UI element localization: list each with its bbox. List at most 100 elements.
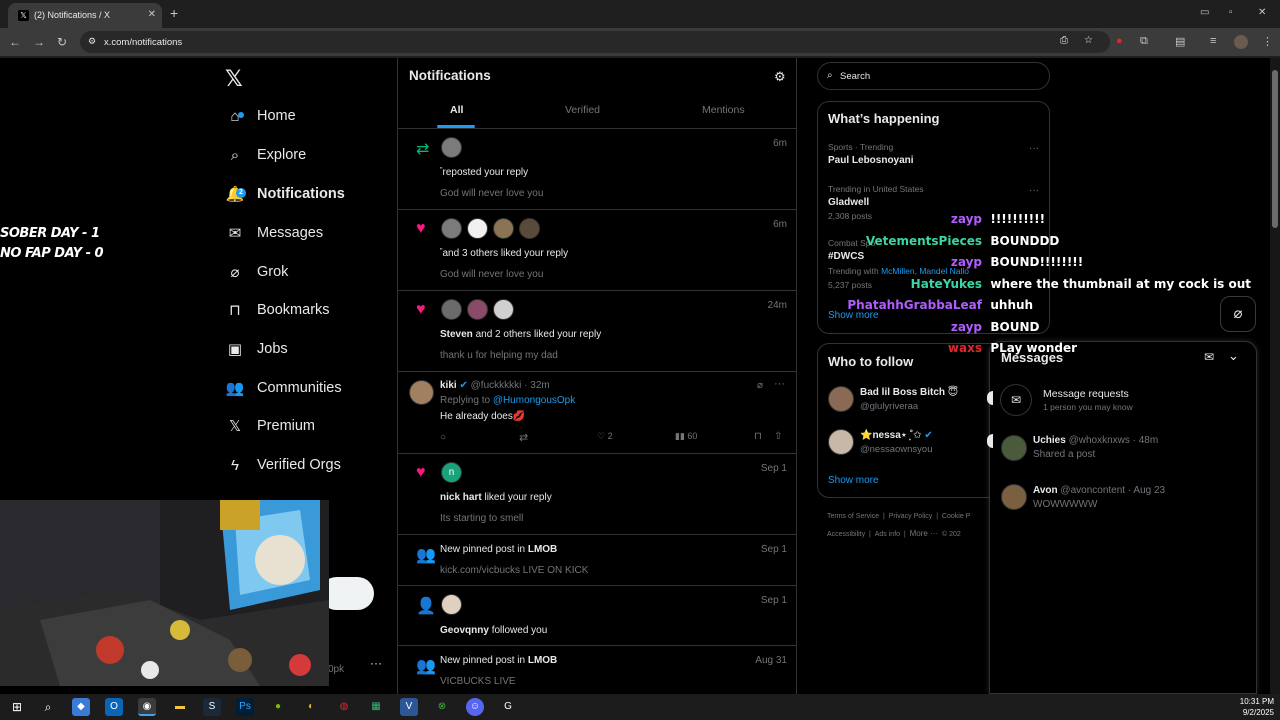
search-icon[interactable]: ⌕ — [39, 698, 57, 716]
avatar[interactable] — [828, 386, 854, 412]
avatar[interactable] — [441, 299, 462, 320]
avatar[interactable] — [493, 299, 514, 320]
follow-button-edge[interactable] — [987, 391, 993, 405]
sidebar-item-grok[interactable]: ⌀ Grok — [226, 257, 288, 287]
avatar[interactable] — [441, 594, 462, 615]
sidebar-item-explore[interactable]: ⌕ Explore — [226, 140, 306, 170]
more-icon[interactable]: ··· — [774, 378, 785, 390]
notification-item[interactable]: 👤 Sep 1 Geovqnny followed you — [398, 586, 797, 646]
close-tab-icon[interactable]: ✕ — [148, 9, 156, 20]
tab-search-icon[interactable]: ▭ — [1200, 7, 1209, 18]
avatar[interactable] — [441, 137, 462, 158]
repost-icon[interactable]: ⇄ — [519, 431, 528, 444]
discord-icon[interactable]: ☺ — [466, 698, 484, 716]
trend-name[interactable]: Gladwell — [828, 197, 869, 208]
obs-icon[interactable]: ◍ — [335, 698, 353, 716]
notification-item[interactable]: 👥 Aug 31 New pinned post in LMOB VICBUCK… — [398, 646, 797, 694]
file-explorer-icon[interactable]: ▬ — [171, 698, 189, 716]
views-button[interactable]: ▮▮ 60 — [675, 431, 697, 442]
avatar[interactable] — [493, 218, 514, 239]
footer-link[interactable]: More ··· — [910, 529, 938, 538]
sidebar-item-communities[interactable]: 👥 Communities — [226, 373, 342, 403]
footer-link[interactable]: Privacy Policy — [889, 513, 933, 520]
follow-handle[interactable]: @nessaownsyou — [860, 444, 933, 455]
notification-item[interactable]: ⇄ 6m "reposted your reply God will never… — [398, 129, 797, 210]
browser-tab[interactable]: 𝕏 (2) Notifications / X ✕ — [8, 3, 162, 28]
sidebar-item-notifications[interactable]: 🔔 2 Notifications — [226, 179, 345, 209]
firefox-icon[interactable]: ◐ — [302, 698, 320, 716]
avatar[interactable] — [409, 380, 434, 405]
app-icon[interactable]: ▦ — [367, 698, 385, 716]
footer-link[interactable]: Cookie P — [942, 513, 970, 520]
notification-item[interactable]: ♥ 24m Steven and 2 others liked your rep… — [398, 291, 797, 372]
tab-mentions[interactable]: Mentions — [702, 104, 745, 116]
notification-item[interactable]: ♥ 6m "and 3 others liked your reply God … — [398, 210, 797, 291]
scrollbar-thumb[interactable] — [1272, 70, 1278, 228]
install-icon[interactable]: ⎙ — [1060, 35, 1068, 46]
tab-all[interactable]: All — [450, 104, 463, 116]
share-icon[interactable]: ⇧ — [774, 431, 782, 442]
gear-icon[interactable]: ⚙ — [774, 69, 786, 85]
author-name[interactable]: kiki — [440, 380, 457, 391]
system-clock[interactable]: 10:31 PM 9/2/2025 — [1240, 696, 1274, 718]
thread-header[interactable]: Uchies @whoxknxws · 48m — [1033, 435, 1158, 446]
sidepanel-icon[interactable]: ▤ — [1175, 35, 1185, 48]
site-info-icon[interactable]: ⚙ — [88, 36, 96, 47]
footer-link[interactable]: Accessibility — [827, 531, 865, 538]
sidebar-item-messages[interactable]: ✉ Messages — [226, 218, 323, 248]
author-handle[interactable]: @fuckkkkki — [471, 380, 522, 391]
tab-verified[interactable]: Verified — [565, 104, 600, 116]
like-button[interactable]: ♡ 2 — [597, 431, 613, 442]
avatar[interactable] — [467, 299, 488, 320]
avatar[interactable] — [519, 218, 540, 239]
avatar[interactable] — [441, 218, 462, 239]
avatar[interactable] — [1001, 484, 1027, 510]
extensions-icon[interactable]: ⧉ — [1140, 35, 1148, 48]
bookmark-star-icon[interactable]: ☆ — [1084, 35, 1093, 46]
minimize-icon[interactable]: ▫ — [1229, 7, 1233, 18]
reading-list-icon[interactable]: ≡ — [1210, 35, 1216, 47]
photoshop-icon[interactable]: Ps — [236, 698, 254, 716]
follow-name[interactable]: Bad lil Boss Bitch 😇 — [860, 387, 958, 398]
extension-red-icon[interactable]: ● — [1116, 35, 1123, 47]
follow-handle[interactable]: @glulyriveraa — [860, 401, 918, 412]
footer-link[interactable]: Terms of Service — [827, 513, 879, 520]
follow-name[interactable]: ⭐nessa⋆ ͙˚✩ ✔ — [860, 430, 933, 441]
back-icon[interactable]: ← — [9, 35, 21, 49]
sidebar-item-home[interactable]: ⌂ Home — [226, 101, 295, 131]
close-window-icon[interactable]: ✕ — [1258, 7, 1266, 18]
show-more-link[interactable]: Show more — [828, 475, 879, 486]
footer-link[interactable]: Ads info — [875, 531, 900, 538]
collapse-icon[interactable]: ⌄ — [1228, 348, 1239, 364]
message-requests-link[interactable]: Message requests — [1043, 388, 1129, 400]
address-bar[interactable]: ⚙ x.com/notifications ⎙ ☆ — [80, 31, 1110, 53]
x-logo-icon[interactable]: 𝕏 — [225, 66, 243, 92]
nvidia-icon[interactable]: ● — [269, 698, 287, 716]
thread-header[interactable]: Avon @avoncontent · Aug 23 — [1033, 485, 1165, 496]
grok-floating-button[interactable]: ⌀ — [1220, 296, 1256, 332]
windows-start-icon[interactable]: ⊞ — [8, 698, 26, 716]
copilot-icon[interactable]: ◆ — [72, 698, 90, 716]
browser-menu-icon[interactable]: ⋮ — [1262, 35, 1273, 48]
notification-item[interactable]: ♥ n Sep 1 nick hart liked your reply Its… — [398, 454, 797, 535]
sidebar-item-jobs[interactable]: ▣ Jobs — [226, 334, 288, 364]
steam-icon[interactable]: S — [203, 698, 221, 716]
outlook-icon[interactable]: O — [105, 698, 123, 716]
sidebar-item-verified-orgs[interactable]: ϟ Verified Orgs — [226, 450, 341, 480]
follow-button-edge[interactable] — [987, 434, 993, 448]
new-message-icon[interactable]: ✉ — [1204, 350, 1214, 364]
grok-icon[interactable]: ⌀ — [757, 380, 763, 391]
search-input[interactable]: ⌕ Search — [817, 62, 1050, 90]
sidebar-item-premium[interactable]: 𝕏 Premium — [226, 411, 315, 441]
new-tab-icon[interactable]: + — [170, 5, 178, 21]
avatar[interactable]: n — [441, 462, 462, 483]
avatar[interactable] — [828, 429, 854, 455]
sidebar-item-bookmarks[interactable]: ⊓ Bookmarks — [226, 295, 329, 325]
chrome-icon[interactable]: ◉ — [138, 698, 156, 716]
reload-icon[interactable]: ↻ — [57, 35, 67, 49]
avatar[interactable] — [1001, 435, 1027, 461]
reply-icon[interactable]: ○ — [440, 432, 446, 443]
bookmark-icon[interactable]: ⊓ — [754, 431, 762, 442]
account-menu-icon[interactable]: ··· — [370, 656, 382, 670]
xbox-icon[interactable]: ⊗ — [433, 698, 451, 716]
